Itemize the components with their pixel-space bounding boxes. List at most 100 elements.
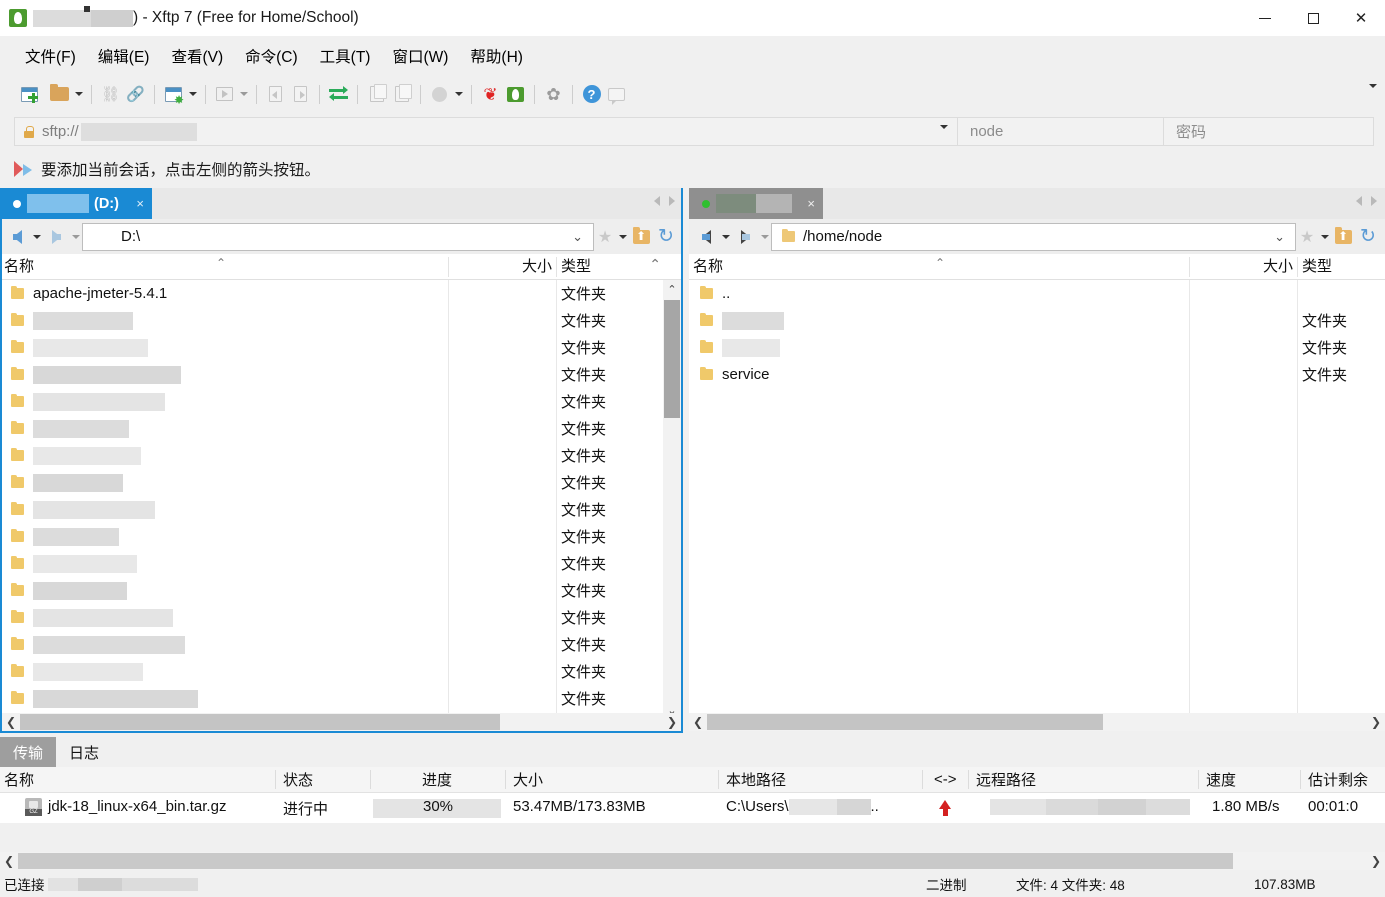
transfer-mode-button[interactable] [427,82,452,107]
remote-path-dropdown-icon[interactable]: ⌄ [1274,229,1285,245]
file-row[interactable]: 文件夹 [0,550,683,577]
local-path-input[interactable]: D:\ ⌄ [82,222,594,251]
menu-view[interactable]: 查看(V) [160,40,234,72]
xshell-button[interactable]: ❦ [478,82,503,107]
local-col-size[interactable]: 大小 [452,255,552,279]
local-vertical-scrollbar[interactable]: ⌃ ⌄ [663,280,681,719]
transfer-horizontal-scrollbar[interactable]: ❮ ❯ [0,852,1385,870]
local-horizontal-scrollbar[interactable]: ❮ ❯ [2,713,681,731]
minimize-button[interactable] [1241,0,1289,36]
file-row[interactable]: 文件夹 [0,496,683,523]
run-dropdown[interactable] [237,82,250,107]
remote-path-input[interactable]: /home/node ⌄ [771,222,1296,251]
remote-horizontal-scrollbar[interactable]: ❮ ❯ [689,713,1385,731]
scroll-up-icon[interactable]: ⌃ [663,280,681,298]
help-button[interactable]: ? [579,82,604,107]
scroll-left-icon[interactable]: ❮ [2,715,20,729]
local-scroll-thumb[interactable] [664,300,680,418]
local-forward-dropdown[interactable] [69,234,82,239]
open-folder-dropdown[interactable] [72,82,85,107]
scroll-left-icon[interactable]: ❮ [689,715,707,729]
scroll-right-icon[interactable]: ❯ [1367,854,1385,868]
remote-col-type[interactable]: 类型 [1302,255,1332,279]
menu-tools[interactable]: 工具(T) [309,40,382,72]
scroll-right-icon[interactable]: ❯ [663,715,681,729]
transfer-col-direction[interactable]: <-> [934,771,957,788]
local-tab-close-button[interactable]: × [126,196,144,211]
scroll-right-icon[interactable]: ❯ [1367,715,1385,729]
file-row[interactable]: 文件夹 [0,577,683,604]
remote-back-dropdown[interactable] [719,234,732,239]
tab-log[interactable]: 日志 [56,737,112,767]
local-bookmark-dropdown[interactable] [616,234,629,239]
transfer-mode-dropdown[interactable] [452,82,465,107]
connect-button[interactable]: 🔗 [123,82,148,107]
menu-file[interactable]: 文件(F) [14,40,87,72]
disconnect-button[interactable]: ⛓ [98,82,123,107]
local-hscroll-thumb[interactable] [20,714,500,730]
file-row[interactable]: 文件夹 [0,415,683,442]
file-row[interactable]: 文件夹 [0,685,683,712]
download-button[interactable] [263,82,288,107]
sync-transfer-button[interactable] [326,82,351,107]
xftp-button[interactable] [503,82,528,107]
tab-scroll-left-icon[interactable] [1356,196,1362,206]
local-forward-button[interactable] [43,224,69,250]
transfer-col-progress[interactable]: 进度 [422,769,452,790]
upload-button[interactable] [288,82,313,107]
remote-parent-folder-button[interactable] [1331,225,1355,249]
transfer-col-name[interactable]: 名称 [4,769,34,790]
run-button[interactable] [212,82,237,107]
transfer-col-size[interactable]: 大小 [513,769,543,790]
scroll-left-icon[interactable]: ❮ [0,854,18,868]
file-row[interactable]: 文件夹 [0,631,683,658]
remote-forward-dropdown[interactable] [758,234,771,239]
open-folder-button[interactable] [47,82,72,107]
file-row[interactable]: 文件夹 [0,307,683,334]
file-row[interactable]: 文件夹 [0,604,683,631]
local-back-dropdown[interactable] [30,234,43,239]
file-row[interactable]: .. [689,280,1385,307]
local-tab[interactable]: (D:) × [0,188,152,219]
session-properties-dropdown[interactable] [186,82,199,107]
local-col-type[interactable]: 类型 [561,255,591,279]
local-parent-folder-button[interactable] [629,225,653,249]
transfer-row[interactable]: jdk-18_linux-x64_bin.tar.gz 进行中 30% 53.4… [0,793,1385,823]
local-back-button[interactable] [4,224,30,250]
remote-hscroll-thumb[interactable] [707,714,1103,730]
username-input[interactable]: node [958,117,1164,146]
file-row[interactable]: 文件夹 [689,334,1385,361]
menu-window[interactable]: 窗口(W) [381,40,459,72]
tab-scroll-left-icon[interactable] [654,196,660,206]
local-file-list[interactable]: apache-jmeter-5.4.1 文件夹 文件夹 文件夹 文件夹 文件夹 文件夹 文件夹… [0,280,683,719]
file-row[interactable]: 文件夹 [0,442,683,469]
transfer-col-status[interactable]: 状态 [283,769,313,790]
remote-hscroll-track[interactable] [707,713,1367,731]
menu-command[interactable]: 命令(C) [234,40,309,72]
address-dropdown-button[interactable] [940,125,948,146]
local-refresh-button[interactable]: ↻ [653,225,679,248]
paste-button[interactable] [389,82,414,107]
menu-edit[interactable]: 编辑(E) [87,40,161,72]
tab-scroll-right-icon[interactable] [669,196,675,206]
file-row[interactable]: 文件夹 [689,307,1385,334]
file-row[interactable]: 文件夹 [0,523,683,550]
transfer-col-speed[interactable]: 速度 [1206,769,1236,790]
toolbar-overflow-button[interactable] [1369,84,1377,105]
remote-bookmark-dropdown[interactable] [1318,234,1331,239]
transfer-col-eta[interactable]: 估计剩余 [1308,769,1368,790]
transfer-col-remote-path[interactable]: 远程路径 [976,769,1036,790]
file-row[interactable]: apache-jmeter-5.4.1 文件夹 [0,280,683,307]
remote-file-list[interactable]: .. 文件夹 文件夹 service 文件夹 [689,280,1385,719]
remote-refresh-button[interactable]: ↻ [1355,225,1381,248]
transfer-hscroll-thumb[interactable] [18,853,1233,869]
transfer-col-local-path[interactable]: 本地路径 [726,769,786,790]
tab-transfers[interactable]: 传输 [0,737,57,767]
remote-col-size[interactable]: 大小 [1193,255,1293,279]
file-row[interactable]: 文件夹 [0,361,683,388]
menu-help[interactable]: 帮助(H) [459,40,534,72]
remote-forward-button[interactable] [732,224,758,250]
file-row[interactable]: service 文件夹 [689,361,1385,388]
file-row[interactable]: 文件夹 [0,334,683,361]
close-button[interactable]: ✕ [1337,0,1385,36]
